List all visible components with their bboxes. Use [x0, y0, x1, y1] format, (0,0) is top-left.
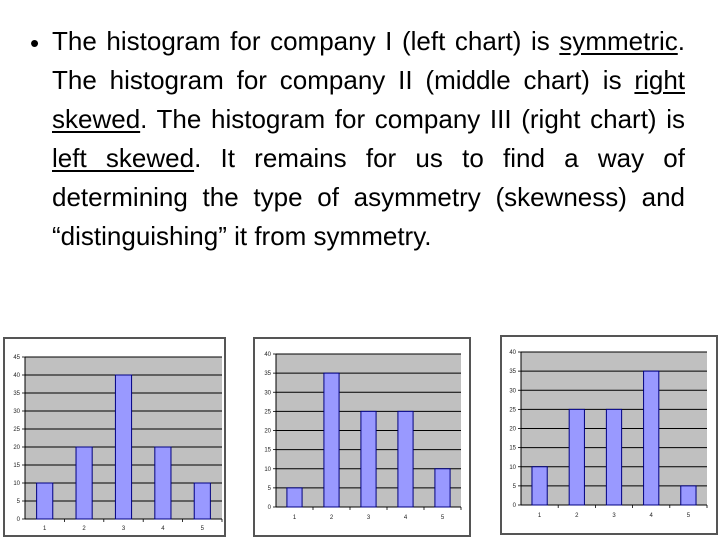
- y-tick-label: 5: [513, 484, 517, 490]
- bar: [36, 482, 54, 520]
- y-tick-label: 35: [264, 371, 271, 377]
- y-tick-label: 15: [13, 463, 20, 469]
- x-tick-label: 5: [687, 513, 691, 519]
- x-tick-label: 2: [575, 513, 579, 519]
- bar: [75, 446, 93, 520]
- x-tick-label: 4: [161, 526, 165, 532]
- y-tick-label: 20: [264, 429, 271, 435]
- y-tick-label: 35: [13, 391, 20, 397]
- bar: [531, 466, 548, 506]
- y-tick-label: 0: [268, 505, 272, 511]
- y-tick-label: 20: [13, 445, 20, 451]
- y-tick-label: 15: [264, 448, 271, 454]
- x-tick-label: 1: [293, 515, 297, 521]
- histogram-company-2-svg: 0 5 10 15 20 25 30 35 40 1 2 3 4 5: [264, 352, 462, 521]
- y-tick-label: 15: [509, 446, 516, 452]
- y-tick-label: 30: [509, 388, 516, 394]
- underlined-term-symmetric: symmetric: [559, 26, 678, 56]
- y-tick-label: 40: [509, 350, 516, 356]
- histogram-company-3: 0 5 10 15 20 25 30 35 40 1 2 3 4 5: [500, 335, 718, 535]
- x-tick-label: 5: [201, 526, 205, 532]
- x-tick-label: 2: [82, 526, 86, 532]
- y-tick-label: 45: [13, 355, 20, 361]
- y-tick-label: 30: [264, 390, 271, 396]
- x-tick-label: 2: [330, 515, 334, 521]
- bar: [323, 372, 340, 508]
- x-tick-label: 1: [538, 513, 542, 519]
- bar: [286, 487, 303, 508]
- y-tick-label: 35: [509, 369, 516, 375]
- y-tick-label: 20: [509, 427, 516, 433]
- y-tick-label: 30: [13, 409, 20, 415]
- bar: [568, 408, 585, 506]
- y-tick-label: 40: [264, 352, 271, 358]
- x-tick-label: 3: [367, 515, 371, 521]
- text-segment: The histogram for company I (left chart)…: [52, 26, 560, 56]
- bar: [154, 446, 172, 520]
- x-tick-label: 1: [43, 526, 47, 532]
- y-tick-label: 10: [13, 481, 20, 487]
- histogram-company-1: 0 5 10 15 20 25 30 35 40 45 1 2 3 4 5: [3, 337, 226, 537]
- text-segment: . The histogram for company III (right c…: [140, 104, 685, 134]
- bar: [360, 410, 377, 508]
- bar: [193, 482, 211, 520]
- y-tick-label: 0: [17, 517, 21, 523]
- bar: [397, 410, 414, 508]
- histogram-company-1-svg: 0510152025303540451 2 3 4 5: [13, 355, 223, 532]
- bullet-marker: •: [30, 28, 40, 58]
- x-tick-label: 5: [441, 515, 445, 521]
- x-tick-label: 4: [404, 515, 408, 521]
- y-tick-label: 5: [268, 486, 272, 492]
- y-tick-label: 10: [509, 465, 516, 471]
- y-tick-label: 40: [13, 373, 20, 379]
- y-tick-label: 5: [17, 499, 21, 505]
- x-tick-label: 4: [650, 513, 654, 519]
- y-tick-label: 25: [509, 407, 516, 413]
- bar: [114, 374, 133, 520]
- underlined-term-left-skewed: left skewed: [52, 143, 195, 173]
- bar: [605, 408, 623, 506]
- histogram-company-3-svg: 0 5 10 15 20 25 30 35 40 1 2 3 4 5: [509, 350, 708, 519]
- y-tick-label: 25: [13, 427, 20, 433]
- x-tick-label: 3: [122, 526, 126, 532]
- bar: [680, 485, 697, 506]
- y-tick-label: 25: [264, 409, 271, 415]
- body-paragraph: The histogram for company I (left chart)…: [52, 22, 685, 256]
- bar: [643, 370, 660, 506]
- bar: [434, 468, 451, 508]
- histogram-company-2: 0 5 10 15 20 25 30 35 40 1 2 3 4 5: [253, 337, 471, 537]
- y-tick-label: 0: [513, 503, 517, 509]
- x-tick-label: 3: [612, 513, 616, 519]
- y-tick-label: 10: [264, 467, 271, 473]
